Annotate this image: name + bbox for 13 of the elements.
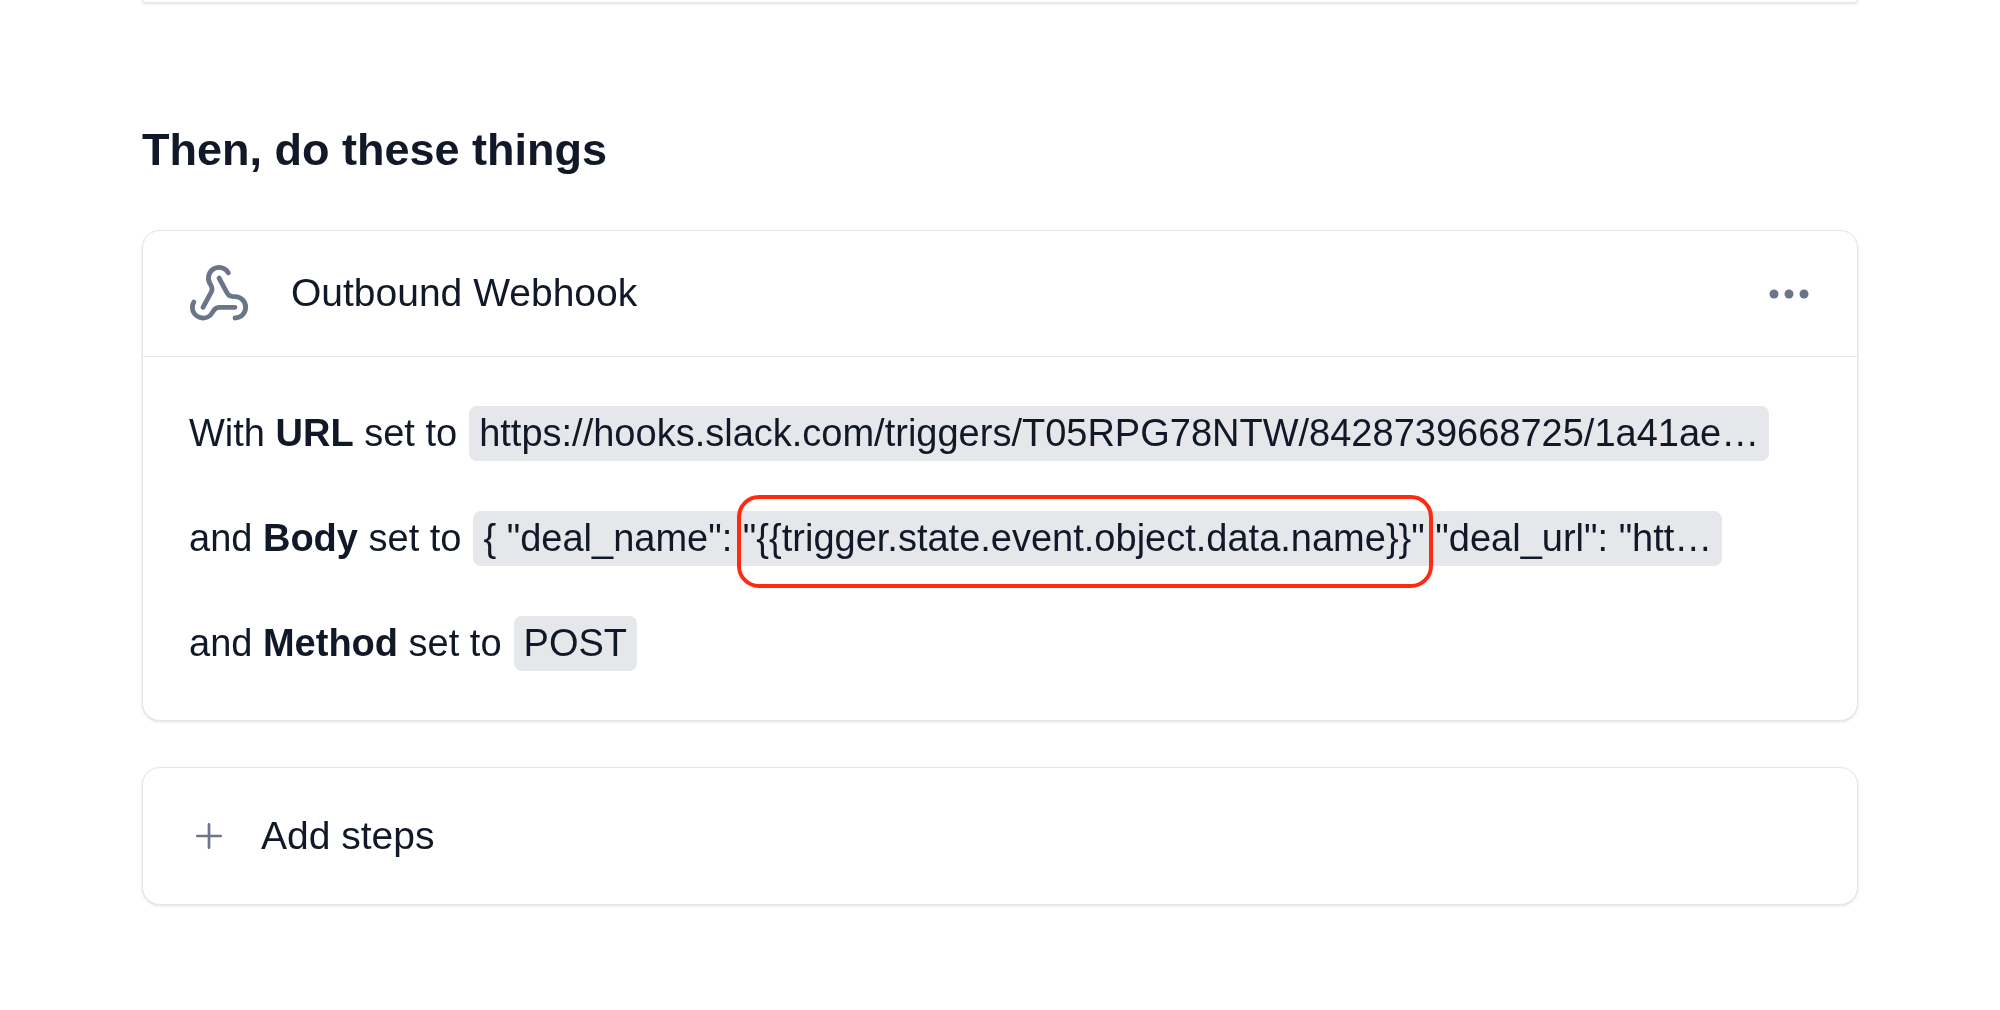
value-text: "deal_url": "htt… (1434, 515, 1713, 561)
value-text: { "deal_name": (483, 515, 734, 561)
more-icon (1769, 288, 1809, 299)
section-title: Then, do these things (142, 127, 608, 172)
value-text: https://hooks.slack.com/triggers/T05RPG78NTW/8428739668725/1a41ae… (479, 410, 1760, 456)
field-label: and Method set to (189, 621, 502, 666)
field-label: With URL set to (189, 411, 458, 456)
add-steps-button[interactable]: Add steps (142, 767, 1858, 905)
more-button[interactable] (1769, 288, 1809, 299)
field-label: and Body set to (189, 516, 462, 561)
value-text: "{{trigger.state.event.object.data.name}}" (742, 516, 1425, 559)
value-text: POST (523, 620, 627, 666)
step-title: Outbound Webhook (291, 270, 638, 317)
